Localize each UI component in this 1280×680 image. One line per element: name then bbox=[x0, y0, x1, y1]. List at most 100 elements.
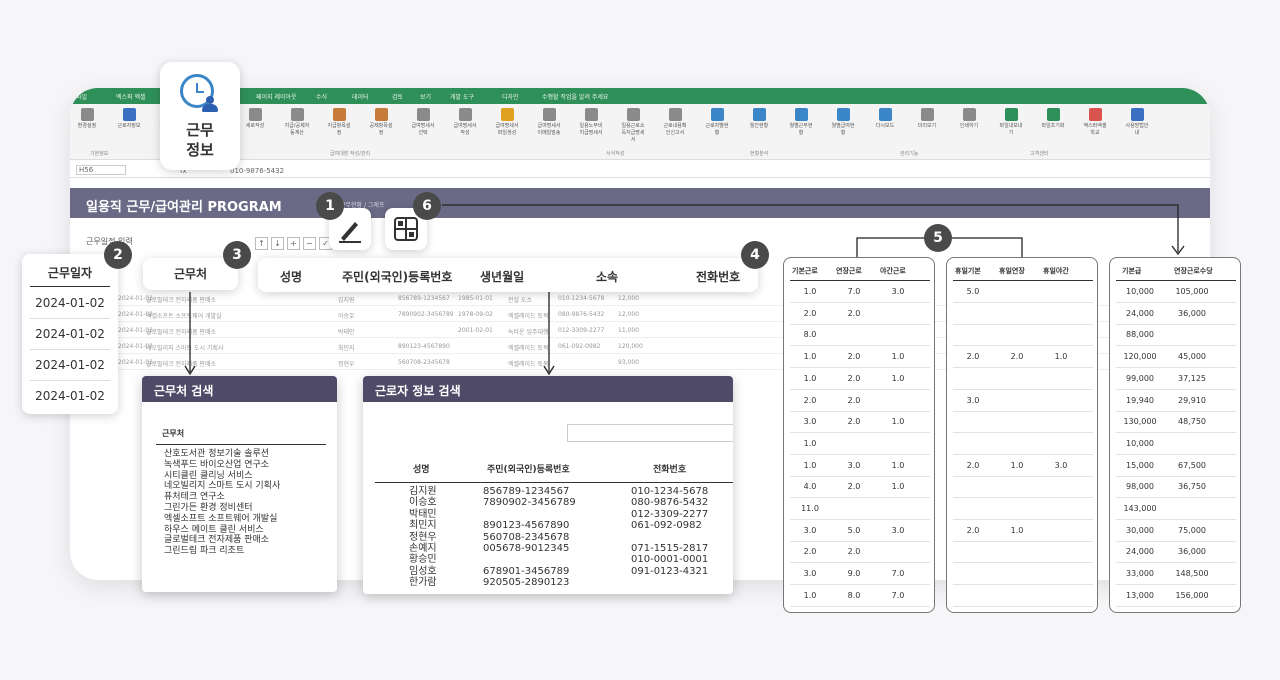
hours_table-cell[interactable]: 2.0 bbox=[836, 417, 872, 426]
hours_table-cell[interactable]: 3.0 bbox=[880, 526, 916, 535]
person-cell[interactable]: 678901-3456789 bbox=[483, 566, 569, 577]
person-search-input[interactable] bbox=[567, 424, 733, 442]
hours_table-cell[interactable]: 3.0 bbox=[792, 417, 828, 426]
pay_table-cell[interactable]: 48,750 bbox=[1174, 417, 1210, 426]
pay_table-cell[interactable]: 88,000 bbox=[1122, 330, 1158, 339]
hours_table-cell[interactable]: 1.0 bbox=[880, 374, 916, 383]
workplace-item[interactable]: 녹색푸드 바이오산업 연구소 bbox=[164, 460, 269, 470]
pay_table-cell[interactable]: 130,000 bbox=[1122, 417, 1158, 426]
workplace-item[interactable]: 네오빌리지 스마트 도시 기획사 bbox=[164, 481, 280, 491]
person-cell[interactable]: 정현우 bbox=[409, 532, 437, 543]
hours_table-cell[interactable]: 1.0 bbox=[792, 461, 828, 470]
pay_table-cell[interactable]: 10,000 bbox=[1122, 287, 1158, 296]
person-cell[interactable]: 012-3309-2277 bbox=[631, 509, 708, 520]
pay_table-cell[interactable]: 143,000 bbox=[1122, 504, 1158, 513]
pay_table-cell[interactable]: 105,000 bbox=[1174, 287, 1210, 296]
hours_table-cell[interactable]: 2.0 bbox=[836, 482, 872, 491]
person-cell[interactable]: 이승호 bbox=[409, 497, 437, 508]
person-cell[interactable]: 010-1234-5678 bbox=[631, 486, 708, 497]
workplace-item[interactable]: 엑셀소프트 소프트웨어 개발실 bbox=[164, 514, 277, 524]
hours_table-cell[interactable]: 2.0 bbox=[792, 547, 828, 556]
holiday_table-cell[interactable]: 2.0 bbox=[955, 352, 991, 361]
workplace-item[interactable]: 산호도서관 정보기술 솔루션 bbox=[164, 449, 269, 459]
hours_table-cell[interactable]: 7.0 bbox=[880, 569, 916, 578]
hours_table-cell[interactable]: 9.0 bbox=[836, 569, 872, 578]
workplace-item[interactable]: 글로벌테크 전자제품 판매소 bbox=[164, 535, 269, 545]
work-date-row[interactable]: 2024-01-02 bbox=[22, 358, 118, 372]
person-cell[interactable]: 890123-4567890 bbox=[483, 520, 569, 531]
pay_table-cell[interactable]: 19,940 bbox=[1122, 396, 1158, 405]
hours_table-cell[interactable]: 1.0 bbox=[792, 374, 828, 383]
holiday_table-cell[interactable]: 1.0 bbox=[999, 526, 1035, 535]
person-cell[interactable]: 김지원 bbox=[409, 486, 437, 497]
pay_table-cell[interactable]: 29,910 bbox=[1174, 396, 1210, 405]
pay_table-cell[interactable]: 24,000 bbox=[1122, 309, 1158, 318]
workplace-item[interactable]: 하우스 메이트 클린 서비스 bbox=[164, 525, 264, 535]
hours_table-cell[interactable]: 1.0 bbox=[792, 591, 828, 600]
holiday_table-cell[interactable]: 1.0 bbox=[999, 461, 1035, 470]
hours_table-cell[interactable]: 3.0 bbox=[792, 526, 828, 535]
hours_table-cell[interactable]: 1.0 bbox=[792, 439, 828, 448]
work-date-row[interactable]: 2024-01-02 bbox=[22, 389, 118, 403]
pay_table-cell[interactable]: 156,000 bbox=[1174, 591, 1210, 600]
workplace-header-card[interactable]: 근무처 bbox=[143, 258, 238, 290]
person-cell[interactable]: 856789-1234567 bbox=[483, 486, 569, 497]
pay_table-cell[interactable]: 120,000 bbox=[1122, 352, 1158, 361]
person-cell[interactable]: 한가람 bbox=[409, 577, 437, 588]
workplace-item[interactable]: 퓨처테크 연구소 bbox=[164, 492, 225, 502]
person-cell[interactable]: 박태민 bbox=[409, 509, 437, 520]
holiday_table-cell[interactable]: 5.0 bbox=[955, 287, 991, 296]
pay_table-cell[interactable]: 30,000 bbox=[1122, 526, 1158, 535]
person-cell[interactable]: 황승민 bbox=[409, 554, 437, 565]
hours_table-cell[interactable]: 11.0 bbox=[792, 504, 828, 513]
hours_table-cell[interactable]: 2.0 bbox=[836, 309, 872, 318]
person-cell[interactable]: 최민지 bbox=[409, 520, 437, 531]
person-cell[interactable]: 임성호 bbox=[409, 566, 437, 577]
person-cell[interactable]: 091-0123-4321 bbox=[631, 566, 708, 577]
holiday_table-cell[interactable]: 2.0 bbox=[955, 526, 991, 535]
pay_table-cell[interactable]: 15,000 bbox=[1122, 461, 1158, 470]
hours_table-cell[interactable]: 5.0 bbox=[836, 526, 872, 535]
person-cell[interactable]: 920505-2890123 bbox=[483, 577, 569, 588]
hours_table-cell[interactable]: 1.0 bbox=[880, 352, 916, 361]
pay_table-cell[interactable]: 67,500 bbox=[1174, 461, 1210, 470]
person-cell[interactable]: 080-9876-5432 bbox=[631, 497, 708, 508]
hours_table-cell[interactable]: 3.0 bbox=[792, 569, 828, 578]
pay_table-cell[interactable]: 24,000 bbox=[1122, 547, 1158, 556]
holiday_table-cell[interactable]: 3.0 bbox=[1043, 461, 1079, 470]
person-cell[interactable]: 005678-9012345 bbox=[483, 543, 569, 554]
hours_table-cell[interactable]: 1.0 bbox=[792, 352, 828, 361]
holiday_table-cell[interactable]: 2.0 bbox=[955, 461, 991, 470]
workplace-item[interactable]: 그린드림 파크 리조트 bbox=[164, 546, 244, 556]
pay_table-cell[interactable]: 99,000 bbox=[1122, 374, 1158, 383]
work-date-row[interactable]: 2024-01-02 bbox=[22, 327, 118, 341]
hours_table-cell[interactable]: 2.0 bbox=[792, 309, 828, 318]
pay_table-cell[interactable]: 13,000 bbox=[1122, 591, 1158, 600]
holiday_table-cell[interactable]: 3.0 bbox=[955, 396, 991, 405]
holiday_table-cell[interactable]: 1.0 bbox=[1043, 352, 1079, 361]
hours_table-cell[interactable]: 4.0 bbox=[792, 482, 828, 491]
holiday_table-cell[interactable]: 2.0 bbox=[999, 352, 1035, 361]
work-date-row[interactable]: 2024-01-02 bbox=[22, 296, 118, 310]
workplace-item[interactable]: 시티클린 클리닝 서비스 bbox=[164, 471, 253, 481]
person-cell[interactable]: 071-1515-2817 bbox=[631, 543, 708, 554]
person-cell[interactable]: 7890902-3456789 bbox=[483, 497, 576, 508]
hours_table-cell[interactable]: 2.0 bbox=[836, 374, 872, 383]
pay_table-cell[interactable]: 36,000 bbox=[1174, 547, 1210, 556]
person-cell[interactable]: 손예지 bbox=[409, 543, 437, 554]
hours_table-cell[interactable]: 1.0 bbox=[880, 482, 916, 491]
hours_table-cell[interactable]: 2.0 bbox=[792, 396, 828, 405]
pay_table-cell[interactable]: 36,750 bbox=[1174, 482, 1210, 491]
pay_table-cell[interactable]: 33,000 bbox=[1122, 569, 1158, 578]
person-cell[interactable]: 560708-2345678 bbox=[483, 532, 569, 543]
hours_table-cell[interactable]: 7.0 bbox=[836, 287, 872, 296]
hours_table-cell[interactable]: 8.0 bbox=[792, 330, 828, 339]
hours_table-cell[interactable]: 7.0 bbox=[880, 591, 916, 600]
pay_table-cell[interactable]: 10,000 bbox=[1122, 439, 1158, 448]
person-cell[interactable]: 010-0001-0001 bbox=[631, 554, 708, 565]
hours_table-cell[interactable]: 2.0 bbox=[836, 547, 872, 556]
hours_table-cell[interactable]: 1.0 bbox=[792, 287, 828, 296]
person-cell[interactable]: 061-092-0982 bbox=[631, 520, 702, 531]
pay_table-cell[interactable]: 37,125 bbox=[1174, 374, 1210, 383]
workplace-item[interactable]: 그린가든 환경 정비센터 bbox=[164, 503, 253, 513]
